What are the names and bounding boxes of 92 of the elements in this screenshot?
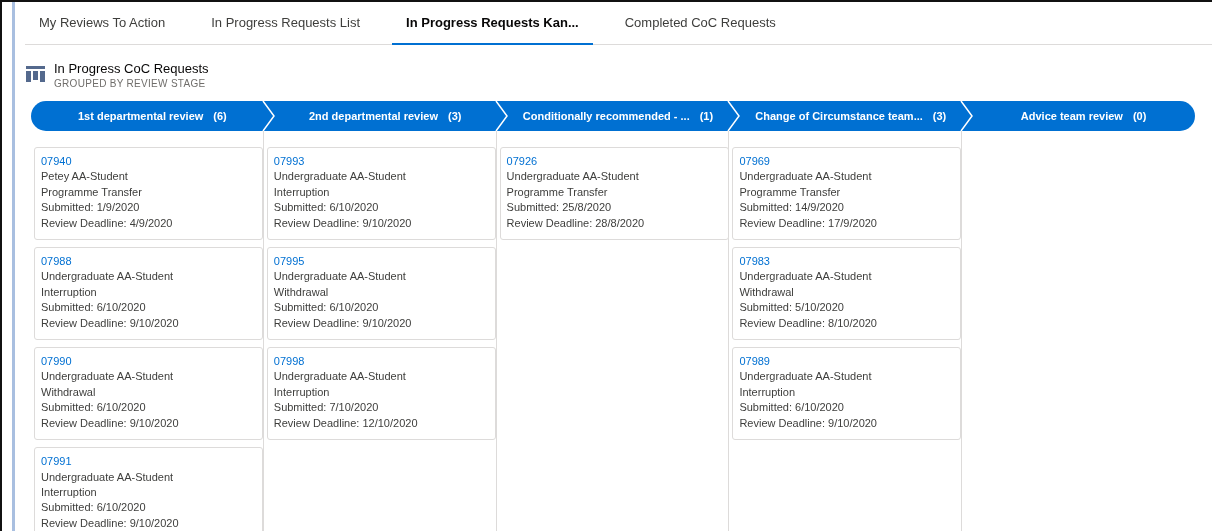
review-deadline: Review Deadline: 9/10/2020	[273, 315, 412, 331]
student-name: Undergraduate AA-Student	[739, 269, 872, 285]
submitted-date: Submitted: 14/9/2020	[739, 200, 844, 216]
student-name: Undergraduate AA-Student	[273, 169, 406, 185]
record-link[interactable]: 07990	[41, 354, 72, 370]
record-link[interactable]: 07983	[739, 254, 770, 270]
stage-count: (6)	[213, 110, 227, 122]
tab[interactable]: My Reviews To Action	[25, 2, 180, 45]
record-link[interactable]: 07988	[41, 254, 72, 270]
stage-count: (3)	[932, 110, 947, 122]
review-deadline: Review Deadline: 9/10/2020	[273, 215, 412, 231]
submitted-date: Submitted: 5/10/2020	[739, 300, 844, 316]
record-card[interactable]: 07983 Undergraduate AA-Student Withdrawal Submitted: 5/10/2020 Review Deadline: 8/10/2020	[732, 247, 962, 341]
record-card[interactable]: 07993 Undergraduate AA-Student Interruption Submitted: 6/10/2020 Review Deadline: 9/10/2020	[266, 147, 496, 241]
request-type: Programme Transfer	[41, 184, 142, 200]
student-name: Undergraduate AA-Student	[41, 369, 174, 385]
submitted-date: Submitted: 6/10/2020	[41, 300, 146, 316]
stage-count: (0)	[1132, 110, 1147, 122]
tab[interactable]: In Progress Requests List	[197, 2, 375, 45]
stage-name: Conditionally recommended - ...	[522, 110, 690, 122]
review-deadline: Review Deadline: 8/10/2020	[739, 315, 877, 331]
request-type: Withdrawal	[273, 284, 329, 300]
review-deadline: Review Deadline: 9/10/2020	[739, 415, 877, 431]
submitted-date: Submitted: 6/10/2020	[739, 400, 844, 416]
record-link[interactable]: 07993	[273, 154, 305, 170]
student-name: Undergraduate AA-Student	[739, 169, 872, 185]
student-name: Undergraduate AA-Student	[41, 469, 174, 485]
request-type: Interruption	[273, 184, 330, 200]
submitted-date: Submitted: 25/8/2020	[506, 200, 612, 216]
submitted-date: Submitted: 6/10/2020	[273, 300, 379, 316]
request-type: Programme Transfer	[739, 184, 841, 200]
request-type: Interruption	[739, 384, 796, 400]
chevron-icon	[727, 101, 742, 131]
request-type: Withdrawal	[41, 384, 96, 400]
record-card[interactable]: 07969 Undergraduate AA-Student Programme Transfer Submitted: 14/9/2020 Review Deadline: 17/9/2020	[732, 147, 962, 241]
chevron-icon	[494, 101, 509, 131]
review-deadline: Review Deadline: 9/10/2020	[41, 515, 179, 531]
student-name: Undergraduate AA-Student	[506, 169, 639, 185]
stage-name: 2nd departmental review	[308, 110, 438, 122]
stage-header[interactable]: Conditionally recommended - ... (1)	[496, 101, 730, 131]
student-name: Undergraduate AA-Student	[273, 369, 406, 385]
student-name: Undergraduate AA-Student	[41, 269, 174, 285]
record-card[interactable]: 07988 Undergraduate AA-Student Interruption Submitted: 6/10/2020 Review Deadline: 9/10/2020	[34, 247, 263, 341]
stage-count: (1)	[699, 110, 714, 122]
record-link[interactable]: 07989	[739, 354, 770, 370]
record-link[interactable]: 07991	[41, 454, 72, 470]
record-card[interactable]: 07995 Undergraduate AA-Student Withdrawal Submitted: 6/10/2020 Review Deadline: 9/10/2020	[266, 247, 496, 341]
record-link[interactable]: 07926	[506, 154, 538, 170]
stage-header[interactable]: 2nd departmental review (3)	[263, 101, 497, 131]
request-type: Interruption	[273, 384, 330, 400]
record-link[interactable]: 07995	[273, 254, 305, 270]
record-link[interactable]: 07940	[41, 154, 72, 170]
submitted-date: Submitted: 6/10/2020	[41, 400, 146, 416]
record-card[interactable]: 07998 Undergraduate AA-Student Interruption Submitted: 7/10/2020 Review Deadline: 12/10/2020	[266, 347, 496, 441]
record-card[interactable]: 07940 Petey AA-Student Programme Transfer Submitted: 1/9/2020 Review Deadline: 4/9/2020	[34, 147, 263, 241]
record-card[interactable]: 07989 Undergraduate AA-Student Interruption Submitted: 6/10/2020 Review Deadline: 9/10/2020	[732, 347, 962, 441]
record-link[interactable]: 07998	[273, 354, 305, 370]
student-name: Petey AA-Student	[41, 169, 128, 185]
record-card[interactable]: 07990 Undergraduate AA-Student Withdrawal Submitted: 6/10/2020 Review Deadline: 9/10/2020	[34, 347, 263, 441]
record-card[interactable]: 07991 Undergraduate AA-Student Interruption Submitted: 6/10/2020 Review Deadline: 9/10/2020	[34, 447, 263, 531]
list-subtitle: GROUPED BY REVIEW STAGE	[54, 77, 207, 89]
submitted-date: Submitted: 6/10/2020	[273, 200, 379, 216]
stage-count: (3)	[447, 110, 462, 122]
chevron-icon	[960, 101, 975, 131]
review-deadline: Review Deadline: 28/8/2020	[506, 215, 645, 231]
kanban-icon	[26, 65, 45, 82]
submitted-date: Submitted: 1/9/2020	[41, 200, 140, 216]
student-name: Undergraduate AA-Student	[739, 369, 872, 385]
stage-name: 1st departmental review	[78, 110, 204, 122]
stage-name: Change of Circumstance team...	[755, 110, 923, 122]
request-type: Interruption	[41, 284, 97, 300]
record-card[interactable]: 07926 Undergraduate AA-Student Programme Transfer Submitted: 25/8/2020 Review Deadline: 28/8/2020	[499, 147, 729, 241]
stage-header[interactable]: Advice team review (0)	[962, 101, 1195, 131]
review-deadline: Review Deadline: 4/9/2020	[41, 215, 173, 231]
submitted-date: Submitted: 7/10/2020	[273, 400, 379, 416]
review-deadline: Review Deadline: 17/9/2020	[739, 215, 877, 231]
request-type: Withdrawal	[739, 284, 794, 300]
tab[interactable]: Completed CoC Requests	[610, 2, 790, 45]
list-title: In Progress CoC Requests	[54, 60, 209, 77]
review-deadline: Review Deadline: 9/10/2020	[41, 415, 179, 431]
stage-name: Advice team review	[1020, 110, 1123, 122]
review-deadline: Review Deadline: 9/10/2020	[41, 315, 179, 331]
request-type: Programme Transfer	[506, 184, 608, 200]
stage-header[interactable]: 1st departmental review (6)	[31, 101, 264, 131]
tab[interactable]: In Progress Requests Kan...	[392, 2, 593, 45]
request-type: Interruption	[41, 484, 97, 500]
chevron-icon	[261, 101, 276, 131]
record-link[interactable]: 07969	[739, 154, 770, 170]
stage-header[interactable]: Change of Circumstance team... (3)	[729, 101, 963, 131]
submitted-date: Submitted: 6/10/2020	[41, 500, 146, 516]
student-name: Undergraduate AA-Student	[273, 269, 406, 285]
review-deadline: Review Deadline: 12/10/2020	[273, 415, 418, 431]
